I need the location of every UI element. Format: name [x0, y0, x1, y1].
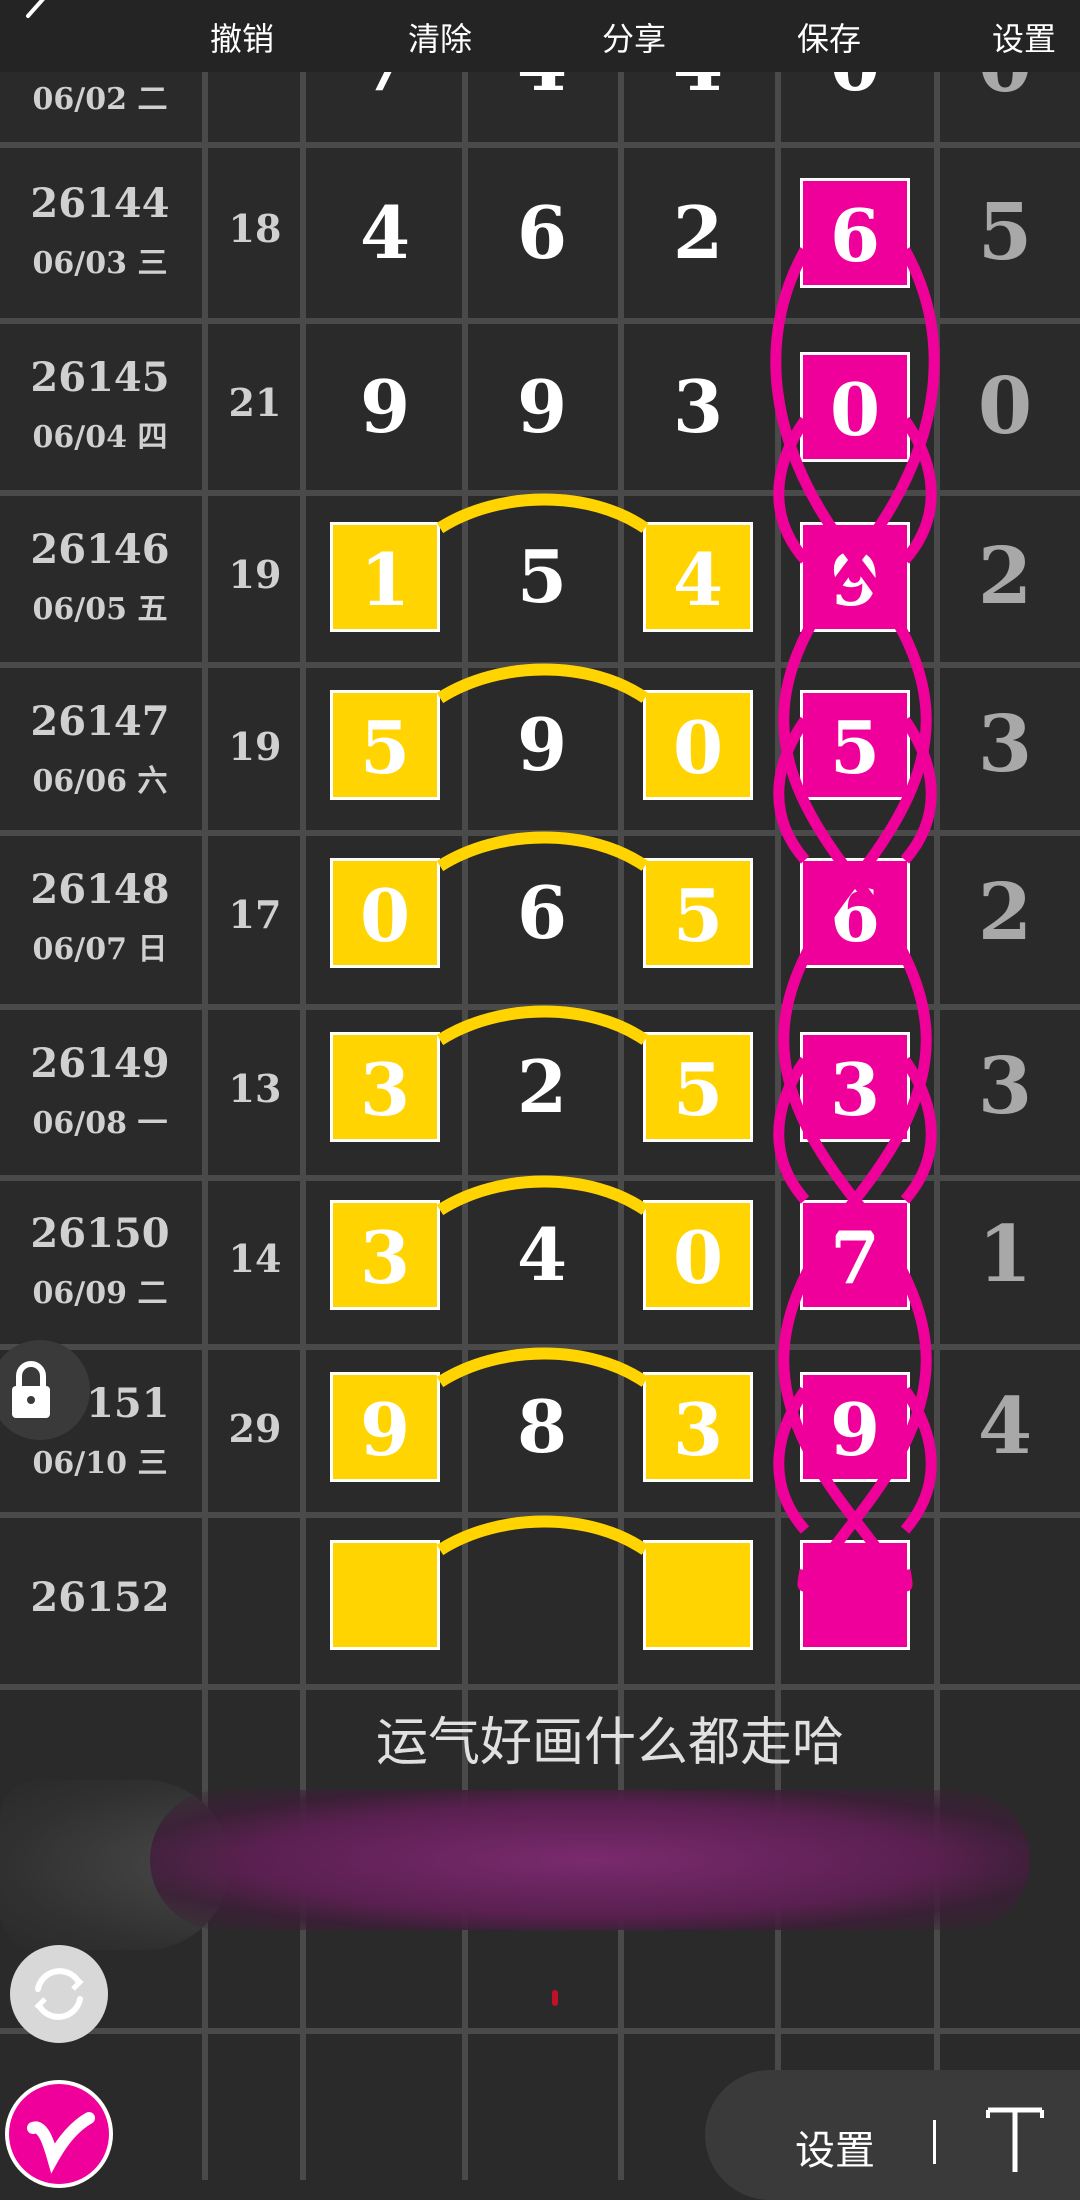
last-digit: 3 [977, 1041, 1033, 1132]
row-date: 06/10 三 [32, 1446, 168, 1481]
row-date: 06/06 六 [32, 764, 168, 799]
digit-cell-highlight: 4 [643, 522, 753, 632]
row-date: 06/02 二 [32, 82, 168, 117]
table-row-pending: 26152 [0, 1518, 1080, 1686]
digit-cell-highlight: 5 [643, 1032, 753, 1142]
refresh-icon [34, 1968, 84, 2020]
digit-cell: 9 [516, 702, 568, 787]
v-logo-icon [27, 2112, 95, 2174]
digit-cell-highlight: 5 [800, 690, 910, 800]
settings-button[interactable]: 设置 [992, 14, 1056, 60]
row-sum: 19 [228, 552, 282, 597]
row-sum: 21 [228, 380, 282, 425]
grid-divider [0, 2028, 1080, 2034]
table-row: 26146 06/05 五 19 1 5 4 9 2 [0, 496, 1080, 664]
digit-cell-highlight: 6 [800, 178, 910, 288]
table-row: 26150 06/09 二 14 3 4 0 7 1 [0, 1180, 1080, 1348]
row-date: 06/03 三 [32, 246, 168, 281]
row-sum: 29 [228, 1406, 282, 1451]
digit-cell: 2 [516, 1044, 568, 1129]
rotate-button[interactable] [10, 1945, 108, 2043]
digit-cell: 6 [516, 190, 568, 275]
back-arrow-icon[interactable] [14, 0, 54, 34]
digit-cell-highlight: 3 [330, 1032, 440, 1142]
app-logo[interactable] [5, 2080, 113, 2188]
digit-cell-empty[interactable] [643, 1540, 753, 1650]
row-date: 06/09 二 [32, 1276, 168, 1311]
table-row: 26145 06/04 四 21 9 9 3 0 0 [0, 324, 1080, 492]
row-issue: 26150 [30, 1210, 170, 1257]
table-row: 26151 06/10 三 29 9 8 3 9 4 [0, 1350, 1080, 1518]
digit-cell-highlight: 0 [643, 690, 753, 800]
table-row: 26148 06/07 日 17 0 6 5 6 2 [0, 836, 1080, 1004]
undo-button[interactable]: 撤销 [210, 14, 274, 60]
row-date: 06/07 日 [32, 932, 168, 967]
row-sum: 13 [228, 1066, 282, 1111]
table-row: 26147 06/06 六 19 5 9 0 5 3 [0, 668, 1080, 836]
digit-cell: 8 [516, 1384, 568, 1469]
last-digit: 3 [977, 699, 1033, 790]
digit-cell-highlight: 5 [330, 690, 440, 800]
digit-cell-highlight: 3 [643, 1372, 753, 1482]
digit-cell-highlight: 9 [800, 1372, 910, 1482]
row-sum: 18 [228, 206, 282, 251]
row-issue: 26146 [30, 526, 170, 573]
digit-cell-highlight: 7 [800, 1200, 910, 1310]
digit-cell: 9 [359, 364, 411, 449]
digit-cell: 3 [672, 364, 724, 449]
lock-icon [12, 1361, 50, 1418]
digit-cell-highlight: 3 [330, 1200, 440, 1310]
row-sum: 19 [228, 724, 282, 769]
stray-mark [552, 1990, 558, 2006]
row-issue: 26147 [30, 698, 170, 745]
table-row: 26144 06/03 三 18 4 6 2 6 5 [0, 150, 1080, 318]
digit-cell-highlight: 3 [800, 1032, 910, 1142]
last-digit: 4 [977, 1381, 1033, 1472]
digit-cell-highlight: 0 [800, 352, 910, 462]
digit-cell-highlight: 0 [643, 1200, 753, 1310]
redaction-smear [150, 1790, 1030, 1930]
share-button[interactable]: 分享 [602, 14, 666, 60]
digit-cell-highlight: 9 [330, 1372, 440, 1482]
clear-button[interactable]: 清除 [408, 14, 472, 60]
drawn-text-note: 运气好画什么都走哈 [375, 1713, 844, 1773]
digit-cell: 6 [516, 870, 568, 955]
row-sum: 17 [228, 892, 282, 937]
row-issue: 26149 [30, 1040, 170, 1087]
last-digit: 5 [977, 187, 1033, 278]
digit-cell: 5 [516, 534, 568, 619]
last-digit: 1 [977, 1209, 1033, 1300]
grid-divider [0, 142, 1080, 148]
lock-button[interactable] [0, 1340, 90, 1440]
top-toolbar: 撤销 清除 分享 保存 设置 [0, 0, 1080, 72]
last-digit: 0 [977, 361, 1033, 452]
digit-cell: 2 [672, 190, 724, 275]
digit-cell: 9 [516, 364, 568, 449]
row-sum: 14 [228, 1236, 282, 1281]
digit-cell: 4 [359, 190, 411, 275]
last-digit: 2 [977, 867, 1033, 958]
row-issue: 26145 [30, 354, 170, 401]
table-row: 26149 06/08 一 13 3 2 5 3 3 [0, 1010, 1080, 1178]
digit-cell-highlight: 6 [800, 858, 910, 968]
row-date: 06/05 五 [32, 592, 168, 627]
save-button[interactable]: 保存 [797, 14, 861, 60]
digit-cell-highlight: 5 [643, 858, 753, 968]
digit-cell: 4 [516, 1212, 568, 1297]
bottom-settings-button[interactable]: 设置 [795, 2118, 875, 2176]
separator [933, 2120, 936, 2164]
text-tool-icon[interactable] [980, 2100, 1050, 2180]
digit-cell-highlight: 1 [330, 522, 440, 632]
row-issue: 26144 [30, 180, 170, 227]
row-issue: 26152 [30, 1574, 170, 1621]
row-issue: 26148 [30, 866, 170, 913]
digit-cell-empty[interactable] [800, 1540, 910, 1650]
row-date: 06/04 四 [32, 420, 168, 455]
digit-cell-empty[interactable] [330, 1540, 440, 1650]
last-digit: 2 [977, 531, 1033, 622]
digit-cell-highlight: 0 [330, 858, 440, 968]
row-date: 06/08 一 [32, 1106, 168, 1141]
digit-cell-highlight: 9 [800, 522, 910, 632]
